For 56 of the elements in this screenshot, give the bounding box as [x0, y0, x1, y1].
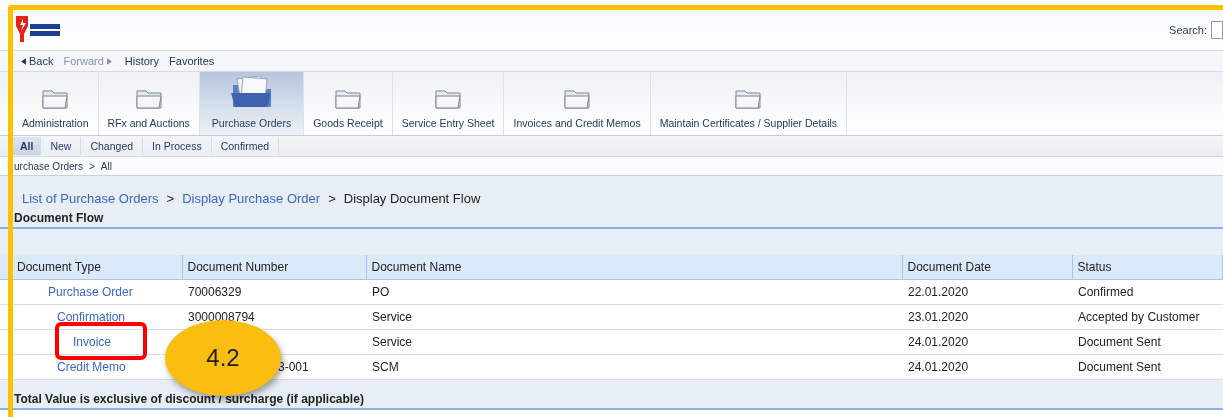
column-header: Document Number: [182, 255, 366, 280]
column-header: Status: [1072, 255, 1223, 280]
sub-tab[interactable]: In Process: [143, 137, 212, 155]
nav-tab[interactable]: RFx and Auctions: [98, 72, 200, 135]
search-field[interactable]: [1211, 20, 1223, 39]
forward-arrow-icon: [106, 58, 112, 65]
folder-icon: [563, 87, 592, 109]
nav-tab[interactable]: Invoices and Credit Memos: [504, 72, 651, 135]
document-type-link[interactable]: Invoice: [0, 335, 112, 349]
document-type-link[interactable]: Confirmation: [0, 310, 126, 324]
nav-tab[interactable]: Service Entry Sheet: [392, 72, 505, 135]
breadcrumb-current: Display Document Flow: [343, 190, 481, 206]
table-cell: SCM: [372, 360, 399, 374]
breadcrumb-link[interactable]: List of Purchase Orders: [22, 190, 159, 206]
column-header: Document Name: [366, 255, 902, 280]
breadcrumb-link[interactable]: Display Purchase Order: [182, 190, 321, 206]
path-link[interactable]: urchase Orders: [14, 160, 83, 172]
table-cell: 23.01.2020: [908, 310, 969, 324]
folder-icon: [134, 87, 163, 109]
column-header: Document Type: [0, 255, 182, 280]
back-arrow-icon: [21, 58, 26, 65]
sub-tab[interactable]: All: [13, 137, 42, 155]
table-cell: PO: [372, 285, 390, 299]
folder-icon: [41, 87, 70, 109]
breadcrumb-separator: >: [166, 190, 175, 206]
folder-icon: [434, 87, 463, 109]
nav-tab[interactable]: Maintain Certificates / Supplier Details: [650, 72, 848, 135]
table-cell: Service: [372, 310, 412, 324]
table-cell: Accepted by Customer: [1078, 310, 1200, 324]
nav-link[interactable]: History: [124, 55, 160, 67]
path-separator: >: [88, 160, 95, 172]
folder-icon: [333, 87, 362, 109]
search-label: Search:: [1169, 23, 1207, 36]
column-header: Document Date: [902, 255, 1072, 280]
table-cell: Service: [372, 335, 412, 349]
document-type-link[interactable]: Credit Memo: [0, 360, 126, 374]
sub-tab[interactable]: Confirmed: [211, 137, 280, 155]
table-cell: Document Sent: [1078, 335, 1161, 349]
document-type-link[interactable]: Purchase Order: [0, 285, 133, 299]
breadcrumb-separator: >: [328, 190, 336, 206]
nav-link[interactable]: Favorites: [169, 55, 215, 67]
sub-tab[interactable]: New: [41, 137, 82, 155]
folder-icon: [734, 87, 763, 109]
nav-tab[interactable]: Purchase Orders: [199, 72, 305, 135]
table-cell: 70006329: [188, 285, 242, 299]
sub-tab[interactable]: Changed: [81, 137, 144, 155]
table-cell: 22.01.2020: [908, 285, 969, 299]
table-cell: 24.01.2020: [908, 360, 969, 374]
path-link[interactable]: All: [100, 160, 112, 172]
table-cell: 24.01.2020: [908, 335, 969, 349]
nav-tab[interactable]: Goods Receipt: [304, 72, 393, 135]
nav-tab[interactable]: Administration: [0, 72, 99, 135]
nav-link[interactable]: Back: [18, 55, 54, 67]
section-title: Document Flow: [0, 208, 1223, 229]
table-cell: Confirmed: [1078, 285, 1134, 299]
table-cell: Document Sent: [1078, 360, 1161, 374]
